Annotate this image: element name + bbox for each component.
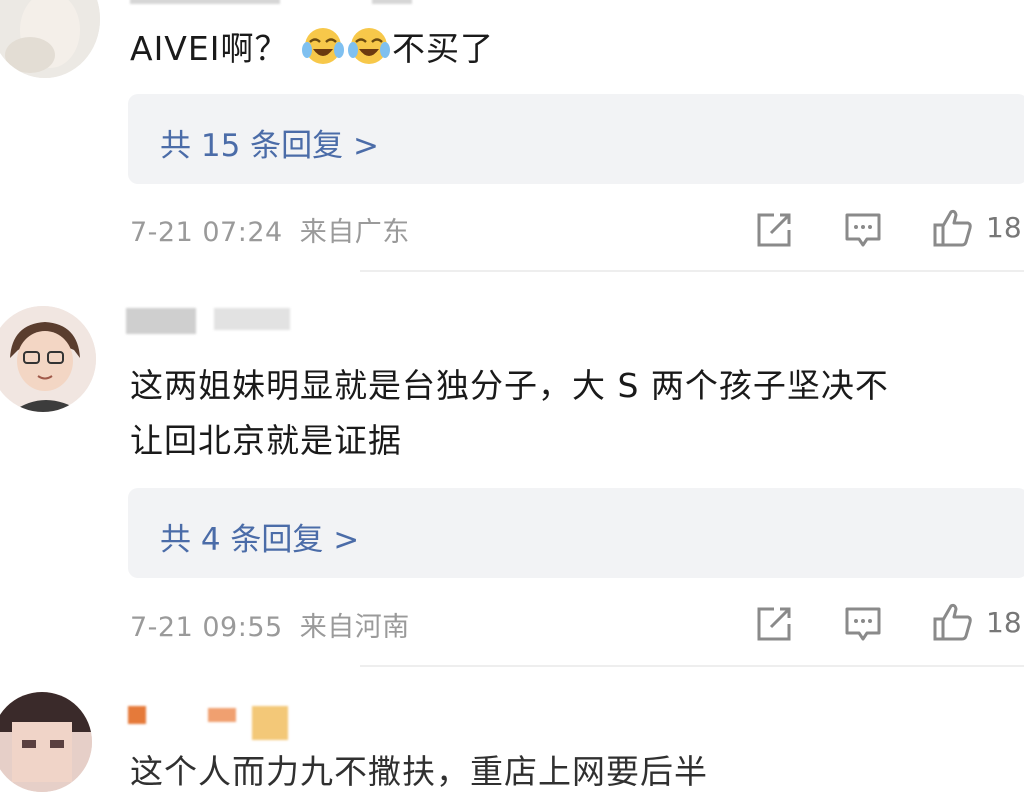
comment-date: 7-21 07:24 — [130, 217, 283, 248]
avatar[interactable] — [0, 306, 96, 412]
divider — [360, 665, 1024, 667]
avatar[interactable] — [0, 0, 100, 78]
like-count: 18 — [986, 211, 1022, 244]
comment-text: 这两姐妹明显就是台独分子，大 S 两个孩子坚决不 让回北京就是证据 — [130, 358, 889, 468]
share-icon[interactable] — [754, 604, 794, 644]
laugh-cry-emoji-icon — [301, 28, 344, 64]
comment-meta: 7-21 09:55 来自河南 — [130, 605, 410, 644]
comment-line-2: 让回北京就是证据 — [130, 421, 402, 460]
laugh-cry-emoji-icon — [347, 28, 390, 64]
vip-badge-icon — [252, 706, 288, 740]
username-blurred — [214, 308, 290, 330]
view-replies-button[interactable]: 共 4 条回复 > — [128, 488, 1024, 578]
thumbs-up-icon[interactable] — [932, 601, 974, 643]
comment-location: 来自广东 — [299, 217, 410, 248]
replies-label: 共 15 条回复 > — [160, 128, 379, 164]
avatar[interactable] — [0, 692, 92, 792]
view-replies-button[interactable]: 共 15 条回复 > — [128, 94, 1024, 184]
username-blurred[interactable] — [126, 308, 196, 334]
username-blurred[interactable] — [128, 706, 146, 724]
comment-icon[interactable] — [843, 210, 883, 250]
comment-text-prefix: AIVEI啊？ — [130, 29, 289, 68]
username-blurred — [208, 708, 236, 722]
thumbs-up-icon[interactable] — [932, 207, 974, 249]
comment-partial-text: 这个人而力九不撒扶，重店上网要后半 — [130, 752, 708, 791]
username-blurred[interactable] — [130, 0, 280, 4]
username-badge-blurred — [372, 0, 412, 4]
comment-date: 7-21 09:55 — [130, 612, 283, 643]
share-icon[interactable] — [754, 210, 794, 250]
comment-text-suffix: 不买了 — [391, 29, 494, 68]
comment-text: AIVEI啊？ 不买了 — [130, 21, 494, 76]
comment-icon[interactable] — [843, 604, 883, 644]
divider — [360, 270, 1024, 272]
like-count: 18 — [986, 606, 1022, 639]
comment-text-partial: 这个人而力九不撒扶，重店上网要后半 — [130, 744, 708, 799]
comment-line-1: 这两姐妹明显就是台独分子，大 S 两个孩子坚决不 — [130, 366, 889, 405]
comment-location: 来自河南 — [299, 612, 410, 643]
comment-meta: 7-21 07:24 来自广东 — [130, 210, 410, 249]
replies-label: 共 4 条回复 > — [160, 522, 360, 558]
